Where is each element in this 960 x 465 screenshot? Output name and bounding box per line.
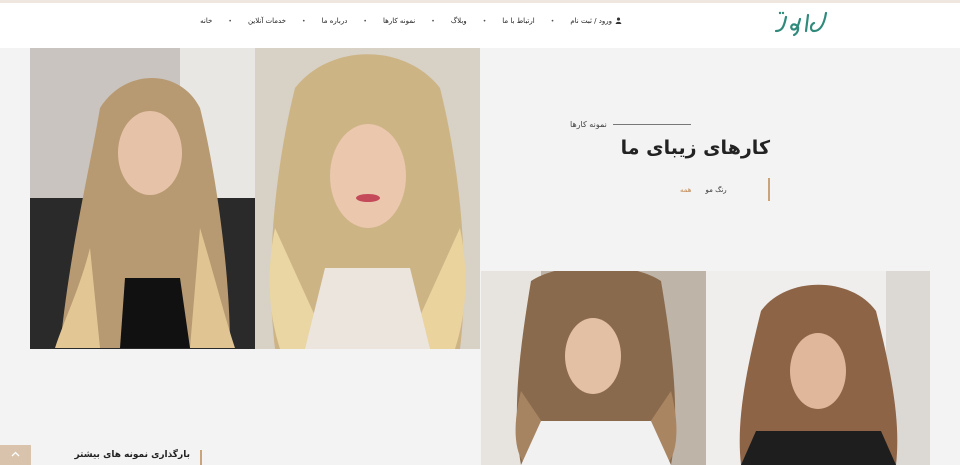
- portfolio-photo-2[interactable]: [255, 48, 480, 349]
- nav-about[interactable]: درباره ما: [322, 17, 348, 25]
- portfolio-intro: نمونه کارها کارهای زیبای ما: [570, 120, 770, 159]
- portfolio-photo-3[interactable]: [481, 271, 706, 465]
- portfolio-title: کارهای زیبای ما: [620, 137, 770, 159]
- portfolio-subtitle: نمونه کارها: [570, 120, 607, 129]
- scroll-top-button[interactable]: [0, 445, 31, 465]
- nav-contact[interactable]: ارتباط با ما: [502, 17, 534, 25]
- nav-separator: •: [431, 17, 435, 25]
- nav-home[interactable]: خانه: [200, 17, 212, 25]
- filter-hair-color[interactable]: رنگ مو: [706, 186, 727, 194]
- portfolio-photo-1[interactable]: [30, 48, 255, 349]
- nav-blog[interactable]: وبلاگ: [451, 17, 467, 25]
- subtitle-divider: [612, 124, 691, 125]
- photo-3-image: [481, 271, 706, 465]
- nav-contact-label: ارتباط با ما: [502, 17, 535, 25]
- nav-separator: •: [302, 17, 306, 25]
- chevron-up-icon: [11, 450, 20, 460]
- photo-1-image: [30, 48, 255, 349]
- user-icon: [615, 17, 622, 26]
- load-more-button[interactable]: بارگذاری نمونه های بیشتر: [74, 450, 202, 465]
- site-logo[interactable]: [770, 5, 832, 39]
- nav-separator: •: [228, 17, 232, 25]
- nav-login-register[interactable]: ورود / ثبت نام: [570, 17, 622, 26]
- nav-login-label: ورود / ثبت نام: [570, 17, 612, 25]
- portfolio-photo-4[interactable]: [706, 271, 930, 465]
- portfolio-filters: همه رنگ مو: [680, 178, 770, 201]
- filter-all[interactable]: همه: [680, 186, 692, 194]
- subtitle-row: نمونه کارها: [570, 120, 770, 129]
- photo-2-image: [255, 48, 480, 349]
- logo-mark: [774, 11, 828, 37]
- nav-online-services[interactable]: خدمات آنلاین: [248, 17, 286, 25]
- main-nav: خانه • خدمات آنلاین • درباره ما • نمونه …: [200, 3, 622, 39]
- nav-separator: •: [482, 17, 487, 25]
- nav-online-services-label: خدمات آنلاین: [247, 17, 286, 25]
- nav-about-label: درباره ما: [321, 17, 348, 25]
- nav-blog-label: وبلاگ: [450, 17, 467, 25]
- nav-separator: •: [550, 17, 555, 25]
- nav-home-label: خانه: [200, 17, 213, 25]
- nav-separator: •: [363, 17, 367, 25]
- nav-portfolio-label: نمونه کارها: [383, 17, 416, 25]
- photo-4-image: [706, 271, 930, 465]
- site-header: خانه • خدمات آنلاین • درباره ما • نمونه …: [0, 3, 960, 48]
- nav-portfolio[interactable]: نمونه کارها: [383, 17, 415, 25]
